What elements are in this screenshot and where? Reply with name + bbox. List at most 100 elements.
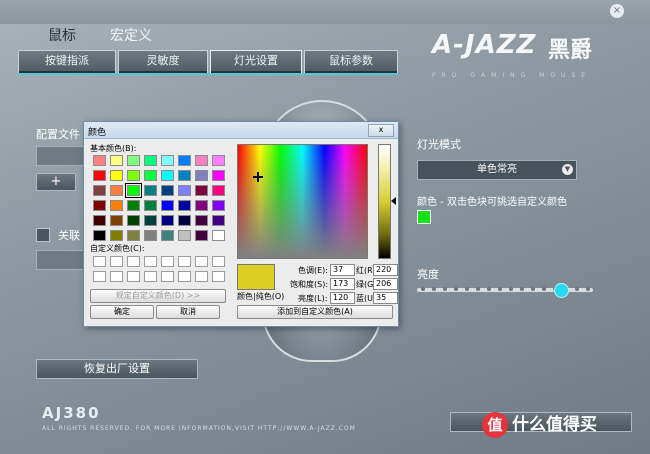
basic-color-swatch[interactable]: [212, 215, 225, 226]
basic-color-swatch[interactable]: [127, 230, 140, 241]
window-close-button[interactable]: ×: [610, 4, 624, 18]
slider-tick: [443, 287, 447, 291]
cancel-button[interactable]: 取消: [156, 305, 220, 319]
subtab-lighting[interactable]: 灯光设置: [210, 50, 302, 74]
basic-color-swatch[interactable]: [110, 215, 123, 226]
profile-select[interactable]: [36, 146, 88, 166]
custom-color-swatch[interactable]: [161, 271, 174, 282]
basic-color-swatch[interactable]: [110, 185, 123, 196]
custom-color-swatch[interactable]: [212, 271, 225, 282]
basic-color-swatch[interactable]: [161, 170, 174, 181]
custom-color-swatch[interactable]: [110, 271, 123, 282]
subtab-mouse-params[interactable]: 鼠标参数: [304, 50, 398, 74]
basic-color-swatch[interactable]: [144, 155, 157, 166]
green-field[interactable]: 206: [373, 278, 398, 290]
basic-color-swatch[interactable]: [178, 185, 191, 196]
custom-color-swatch[interactable]: [212, 256, 225, 267]
basic-color-swatch[interactable]: [161, 200, 174, 211]
basic-color-swatch[interactable]: [178, 230, 191, 241]
tab-underline: [18, 73, 398, 75]
basic-color-swatch[interactable]: [178, 215, 191, 226]
basic-color-swatch[interactable]: [195, 170, 208, 181]
luminance-bar[interactable]: [378, 144, 391, 259]
basic-color-swatch[interactable]: [93, 200, 106, 211]
basic-color-swatch[interactable]: [195, 230, 208, 241]
basic-color-swatch[interactable]: [93, 155, 106, 166]
custom-color-swatch[interactable]: [110, 256, 123, 267]
basic-color-swatch[interactable]: [110, 230, 123, 241]
basic-color-swatch[interactable]: [110, 170, 123, 181]
brightness-slider-knob[interactable]: [553, 283, 569, 298]
red-field[interactable]: 220: [373, 264, 398, 276]
basic-color-swatch[interactable]: [93, 230, 106, 241]
subtab-sensitivity[interactable]: 灵敏度: [118, 50, 208, 74]
basic-color-swatch[interactable]: [195, 200, 208, 211]
custom-color-swatch[interactable]: [195, 256, 208, 267]
custom-color-swatch[interactable]: [93, 271, 106, 282]
basic-color-swatch[interactable]: [127, 215, 140, 226]
basic-color-swatch[interactable]: [178, 155, 191, 166]
basic-color-swatch[interactable]: [144, 215, 157, 226]
basic-color-swatch[interactable]: [93, 170, 106, 181]
light-color-swatch[interactable]: [417, 210, 431, 224]
link-checkbox[interactable]: [36, 228, 50, 242]
custom-color-swatch[interactable]: [144, 271, 157, 282]
basic-color-swatch[interactable]: [127, 200, 140, 211]
basic-color-swatch[interactable]: [212, 185, 225, 196]
crosshair-icon: [253, 172, 263, 182]
dialog-close-button[interactable]: x: [368, 124, 394, 137]
basic-color-swatch[interactable]: [144, 170, 157, 181]
basic-color-swatch[interactable]: [93, 185, 106, 196]
subtab-key-assign[interactable]: 按键指派: [18, 50, 116, 74]
custom-color-swatch[interactable]: [127, 271, 140, 282]
basic-color-swatch[interactable]: [212, 230, 225, 241]
blue-field[interactable]: 35: [373, 292, 398, 304]
luminance-arrow-icon[interactable]: [391, 197, 396, 205]
custom-color-swatch[interactable]: [161, 256, 174, 267]
basic-color-swatch[interactable]: [161, 185, 174, 196]
ok-button[interactable]: 确定: [90, 305, 154, 319]
custom-color-swatch[interactable]: [127, 256, 140, 267]
basic-color-swatch[interactable]: [195, 155, 208, 166]
basic-color-swatch[interactable]: [195, 185, 208, 196]
basic-color-swatch[interactable]: [178, 170, 191, 181]
color-spectrum[interactable]: [237, 144, 368, 259]
add-profile-button[interactable]: +: [36, 173, 76, 191]
basic-color-swatch[interactable]: [161, 155, 174, 166]
basic-color-swatch[interactable]: [212, 155, 225, 166]
basic-color-swatch[interactable]: [144, 200, 157, 211]
link-select[interactable]: [36, 250, 88, 270]
custom-color-swatch[interactable]: [93, 256, 106, 267]
basic-color-swatch[interactable]: [161, 215, 174, 226]
basic-color-swatch[interactable]: [144, 185, 157, 196]
basic-color-swatch[interactable]: [110, 155, 123, 166]
color-preview: [237, 264, 275, 290]
basic-color-swatch[interactable]: [195, 215, 208, 226]
custom-color-swatch[interactable]: [195, 271, 208, 282]
custom-color-swatch[interactable]: [178, 256, 191, 267]
basic-color-swatch[interactable]: [212, 170, 225, 181]
light-mode-dropdown[interactable]: 单色常亮 ▼: [417, 160, 577, 180]
slider-tick: [520, 287, 524, 291]
basic-color-swatch[interactable]: [178, 200, 191, 211]
hue-field[interactable]: 37: [330, 264, 355, 276]
basic-color-swatch[interactable]: [161, 230, 174, 241]
restore-defaults-button[interactable]: 恢复出厂设置: [36, 359, 198, 379]
add-to-custom-colors-button[interactable]: 添加到自定义颜色(A): [237, 305, 393, 319]
brightness-label: 亮度: [417, 268, 439, 281]
basic-color-swatch[interactable]: [127, 155, 140, 166]
tab-mouse[interactable]: 鼠标: [48, 24, 76, 48]
basic-color-swatch[interactable]: [144, 230, 157, 241]
custom-color-swatch[interactable]: [178, 271, 191, 282]
basic-color-swatch[interactable]: [93, 215, 106, 226]
basic-color-swatch[interactable]: [125, 183, 142, 198]
tab-macro[interactable]: 宏定义: [110, 24, 152, 48]
slider-tick: [487, 287, 491, 291]
basic-color-swatch[interactable]: [110, 200, 123, 211]
basic-color-swatch[interactable]: [212, 200, 225, 211]
basic-color-swatch[interactable]: [127, 170, 140, 181]
custom-color-swatch[interactable]: [144, 256, 157, 267]
saturation-field[interactable]: 173: [330, 278, 355, 290]
luminance-field[interactable]: 120: [330, 292, 355, 304]
dialog-titlebar[interactable]: 颜色 x: [84, 122, 398, 139]
